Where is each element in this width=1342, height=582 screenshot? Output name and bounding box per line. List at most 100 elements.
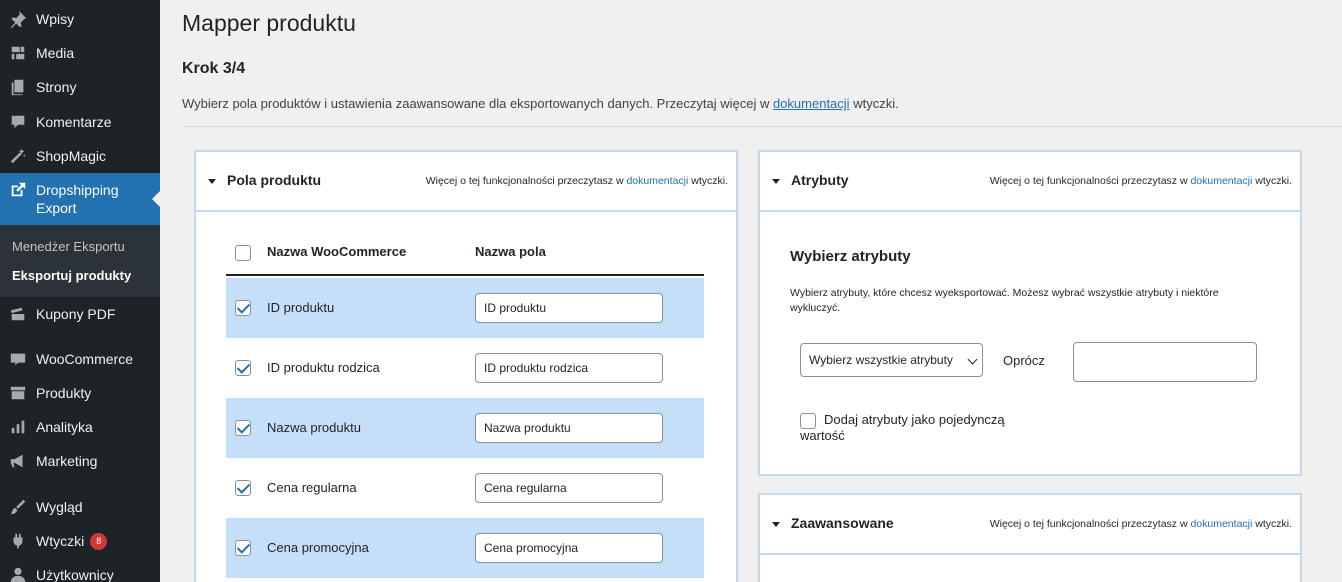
sidebar-item-label: Strony bbox=[36, 79, 77, 95]
panel-title: Atrybuty bbox=[791, 172, 849, 188]
row-label: Nazwa produktu bbox=[267, 420, 361, 435]
page-description: Wybierz pola produktów i ustawienia zaaw… bbox=[182, 96, 899, 111]
attributes-select[interactable]: Wybierz wszystkie atrybuty bbox=[800, 343, 983, 377]
row-checkbox[interactable] bbox=[235, 360, 251, 376]
sidebar-item-strony[interactable]: Strony bbox=[0, 70, 160, 104]
sidebar-item-woocommerce[interactable]: WooCommerce bbox=[0, 342, 160, 376]
sidebar-item-wtyczki[interactable]: Wtyczki 8 bbox=[0, 524, 160, 558]
paintbrush-icon bbox=[0, 498, 36, 516]
panel-note: Więcej o tej funkcjonalności przeczytasz… bbox=[425, 175, 728, 187]
page-title: Mapper produktu bbox=[182, 10, 356, 36]
panel-header: Zaawansowane Więcej o tej funkcjonalnośc… bbox=[760, 495, 1300, 555]
sidebar-item-kupony-pdf[interactable]: Kupony PDF bbox=[0, 297, 160, 331]
collapse-toggle-icon[interactable] bbox=[772, 522, 780, 527]
sidebar-item-label: Użytkownicy bbox=[36, 567, 114, 582]
sidebar-item-label: Marketing bbox=[36, 453, 98, 469]
sidebar-item-media[interactable]: Media bbox=[0, 36, 160, 70]
sidebar-item-label: Wpisy bbox=[36, 11, 75, 27]
chevron-down-icon bbox=[967, 354, 978, 365]
field-name-input[interactable]: Nazwa produktu bbox=[475, 413, 663, 443]
sidebar-submenu: Menedżer Eksportu Eksportuj produkty bbox=[0, 225, 160, 297]
documentation-link[interactable]: dokumentacji bbox=[626, 175, 688, 187]
row-label: ID produktu rodzica bbox=[267, 360, 380, 375]
sidebar-item-marketing[interactable]: Marketing bbox=[0, 444, 160, 478]
sidebar-item-dropshipping-export[interactable]: Dropshipping Export bbox=[0, 173, 160, 225]
attributes-panel: Atrybuty Więcej o tej funkcjonalności pr… bbox=[758, 150, 1302, 476]
exclude-attributes-input[interactable] bbox=[1073, 342, 1257, 382]
main-content: Mapper produktu Krok 3/4 Wybierz pola pr… bbox=[160, 0, 1342, 582]
sidebar-item-produkty[interactable]: Produkty bbox=[0, 376, 160, 410]
row-label: Cena promocyjna bbox=[267, 540, 369, 555]
collapse-toggle-icon[interactable] bbox=[772, 179, 780, 184]
sidebar-item-label: WooCommerce bbox=[36, 351, 133, 367]
field-name-input[interactable]: ID produktu rodzica bbox=[475, 353, 663, 383]
attributes-description: Wybierz atrybuty, które chcesz wyeksport… bbox=[790, 287, 1219, 314]
except-label: Oprócz bbox=[1003, 353, 1045, 368]
archive-icon bbox=[0, 384, 36, 402]
sidebar-item-label: ShopMagic bbox=[36, 148, 107, 164]
users-icon bbox=[0, 566, 36, 582]
submenu-item-export-products[interactable]: Eksportuj produkty bbox=[12, 268, 131, 283]
sidebar-item-uzytkownicy[interactable]: Użytkownicy bbox=[0, 558, 160, 582]
sidebar-item-label: Wtyczki bbox=[36, 533, 85, 549]
table-row: ID produktu rodzica ID produktu rodzica bbox=[226, 338, 704, 398]
sidebar-item-wpisy[interactable]: Wpisy bbox=[0, 2, 160, 36]
column-header-field-name: Nazwa pola bbox=[475, 244, 546, 259]
pin-icon bbox=[0, 10, 36, 28]
panel-title: Pola produktu bbox=[227, 172, 322, 188]
sidebar-item-label: Kupony PDF bbox=[36, 306, 116, 322]
table-header: Nazwa WooCommerce Nazwa pola bbox=[226, 232, 704, 276]
field-name-input[interactable]: ID produktu bbox=[475, 293, 663, 323]
sidebar-item-label: Komentarze bbox=[36, 114, 112, 130]
admin-sidebar: Wpisy Media Strony Komentarze ShopMagic … bbox=[0, 0, 160, 582]
row-checkbox[interactable] bbox=[235, 540, 251, 556]
sidebar-item-label: Wygląd bbox=[36, 499, 83, 515]
column-header-woocommerce: Nazwa WooCommerce bbox=[267, 244, 407, 259]
field-name-input[interactable]: Cena promocyjna bbox=[475, 533, 663, 563]
field-name-input[interactable]: Cena regularna bbox=[475, 473, 663, 503]
divider bbox=[182, 126, 1342, 127]
table-row: Nazwa produktu Nazwa produktu bbox=[226, 398, 704, 458]
panel-header: Atrybuty Więcej o tej funkcjonalności pr… bbox=[760, 152, 1300, 212]
panel-note: Więcej o tej funkcjonalności przeczytasz… bbox=[989, 175, 1292, 187]
plugin-icon bbox=[0, 532, 36, 550]
sidebar-item-komentarze[interactable]: Komentarze bbox=[0, 105, 160, 139]
sidebar-item-label: Media bbox=[36, 45, 75, 61]
documentation-link[interactable]: dokumentacji bbox=[1190, 518, 1252, 530]
documentation-link[interactable]: dokumentacji bbox=[1190, 175, 1252, 187]
media-icon bbox=[0, 44, 36, 62]
row-checkbox[interactable] bbox=[235, 420, 251, 436]
row-label: Cena regularna bbox=[267, 480, 357, 495]
table-row: Cena regularna Cena regularna bbox=[226, 458, 704, 518]
table-row: Cena promocyjna Cena promocyjna bbox=[226, 518, 704, 578]
collapse-toggle-icon[interactable] bbox=[208, 179, 216, 184]
select-all-checkbox[interactable] bbox=[235, 245, 251, 261]
documentation-link[interactable]: dokumentacji bbox=[773, 96, 850, 111]
woocommerce-icon bbox=[0, 350, 36, 368]
sidebar-item-wyglad[interactable]: Wygląd bbox=[0, 490, 160, 524]
submenu-item-manager[interactable]: Menedżer Eksportu bbox=[12, 239, 125, 254]
panel-note: Więcej o tej funkcjonalności przeczytasz… bbox=[989, 518, 1292, 530]
pages-icon bbox=[0, 78, 36, 96]
external-link-icon bbox=[0, 181, 36, 199]
sidebar-item-shopmagic[interactable]: ShopMagic bbox=[0, 139, 160, 173]
megaphone-icon bbox=[0, 452, 36, 470]
magic-wand-icon bbox=[0, 147, 36, 165]
coupons-icon bbox=[0, 305, 36, 323]
comments-icon bbox=[0, 113, 36, 131]
chart-bar-icon bbox=[0, 418, 36, 436]
select-value: Wybierz wszystkie atrybuty bbox=[809, 353, 953, 367]
product-fields-panel: Pola produktu Więcej o tej funkcjonalnoś… bbox=[194, 150, 738, 582]
row-label: ID produktu bbox=[267, 300, 335, 315]
single-value-label: Dodaj atrybuty jako pojedynczą wartość bbox=[800, 412, 1005, 443]
sidebar-item-label: Analityka bbox=[36, 419, 93, 435]
row-checkbox[interactable] bbox=[235, 300, 251, 316]
table-row: ID produktu ID produktu bbox=[226, 278, 704, 338]
update-count-badge: 8 bbox=[90, 532, 108, 550]
step-indicator: Krok 3/4 bbox=[182, 60, 246, 77]
row-checkbox[interactable] bbox=[235, 480, 251, 496]
panel-header: Pola produktu Więcej o tej funkcjonalnoś… bbox=[196, 152, 736, 212]
sidebar-item-analityka[interactable]: Analityka bbox=[0, 410, 160, 444]
advanced-panel: Zaawansowane Więcej o tej funkcjonalnośc… bbox=[758, 493, 1302, 582]
sidebar-item-label: Produkty bbox=[36, 385, 92, 401]
